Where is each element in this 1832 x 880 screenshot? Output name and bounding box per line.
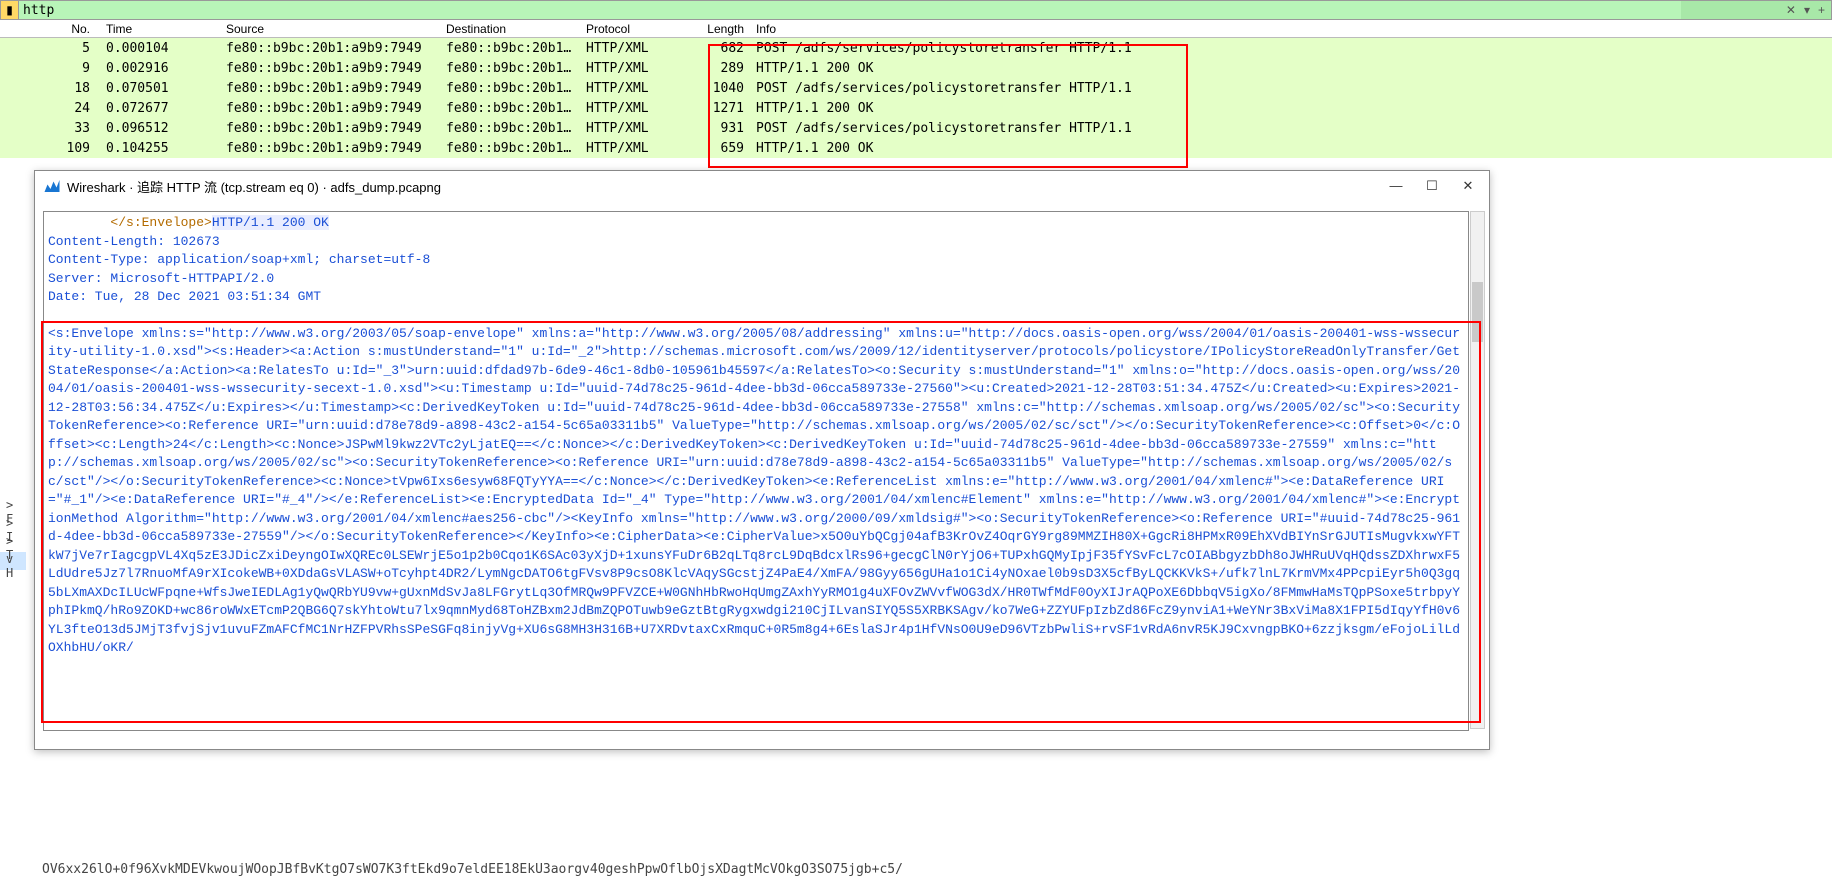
tree-line-fragment: > F	[0, 498, 26, 516]
packet-row[interactable]: 90.002916fe80::b9bc:20b1:a9b9:7949fe80::…	[0, 58, 1832, 78]
packet-row[interactable]: 240.072677fe80::b9bc:20b1:a9b9:7949fe80:…	[0, 98, 1832, 118]
bookmark-icon[interactable]: ▮	[1, 1, 19, 19]
packet-list[interactable]: 50.000104fe80::b9bc:20b1:a9b9:7949fe80::…	[0, 38, 1832, 158]
window-title: Wireshark · 追踪 HTTP 流 (tcp.stream eq 0) …	[67, 177, 1389, 196]
tree-line-fragment: > T	[0, 534, 26, 552]
col-dst[interactable]: Destination	[440, 22, 580, 36]
window-maximize-button[interactable]: ☐	[1425, 178, 1439, 194]
packet-row[interactable]: 180.070501fe80::b9bc:20b1:a9b9:7949fe80:…	[0, 78, 1832, 98]
col-src[interactable]: Source	[220, 22, 440, 36]
window-minimize-button[interactable]: —	[1389, 178, 1403, 194]
col-len[interactable]: Length	[690, 22, 750, 36]
scrollbar-thumb[interactable]	[1472, 282, 1483, 342]
response-header-line: Content-Type: application/soap+xml; char…	[48, 251, 1464, 270]
filter-clear-icon[interactable]: ✕	[1786, 3, 1796, 17]
packet-row[interactable]: 1090.104255fe80::b9bc:20b1:a9b9:7949fe80…	[0, 138, 1832, 158]
stream-request-tail: </s:Envelope>HTTP/1.1 200 OK	[48, 214, 1464, 233]
display-filter-input[interactable]	[19, 1, 1681, 19]
tree-line-fragment: v H	[0, 552, 26, 570]
stream-overflow-line: OV6xx26lO+0f96XvkMDEVkwoujWOopJBfBvKtgO7…	[34, 862, 1832, 880]
col-no[interactable]: No.	[0, 22, 100, 36]
stream-response-headers: Content-Length: 102673Content-Type: appl…	[48, 233, 1464, 307]
response-header-line: Server: Microsoft-HTTPAPI/2.0	[48, 270, 1464, 289]
packet-details-sliver: > F> I> Tv H	[0, 498, 26, 570]
filter-dropdown-icon[interactable]: ▾	[1804, 3, 1810, 17]
display-filter-bar: ▮ ✕ ▾ +	[0, 0, 1832, 20]
stream-soap-body: <s:Envelope xmlns:s="http://www.w3.org/2…	[48, 325, 1464, 658]
col-time[interactable]: Time	[100, 22, 220, 36]
packet-row[interactable]: 50.000104fe80::b9bc:20b1:a9b9:7949fe80::…	[0, 38, 1832, 58]
col-proto[interactable]: Protocol	[580, 22, 690, 36]
filter-toolbar-right: ✕ ▾ +	[1681, 1, 1831, 19]
stream-scrollbar[interactable]	[1470, 211, 1485, 729]
tree-line-fragment: > I	[0, 516, 26, 534]
follow-stream-window: Wireshark · 追踪 HTTP 流 (tcp.stream eq 0) …	[34, 170, 1490, 750]
packet-row[interactable]: 330.096512fe80::b9bc:20b1:a9b9:7949fe80:…	[0, 118, 1832, 138]
filter-plus-icon[interactable]: +	[1818, 3, 1825, 17]
response-header-line: Content-Length: 102673	[48, 233, 1464, 252]
window-titlebar[interactable]: Wireshark · 追踪 HTTP 流 (tcp.stream eq 0) …	[35, 171, 1489, 201]
packet-list-header: No. Time Source Destination Protocol Len…	[0, 20, 1832, 38]
response-header-line: Date: Tue, 28 Dec 2021 03:51:34 GMT	[48, 288, 1464, 307]
stream-content-pane[interactable]: </s:Envelope>HTTP/1.1 200 OK Content-Len…	[43, 211, 1469, 731]
window-close-button[interactable]: ✕	[1461, 178, 1475, 194]
col-info[interactable]: Info	[750, 22, 1832, 36]
wireshark-icon	[43, 177, 61, 195]
